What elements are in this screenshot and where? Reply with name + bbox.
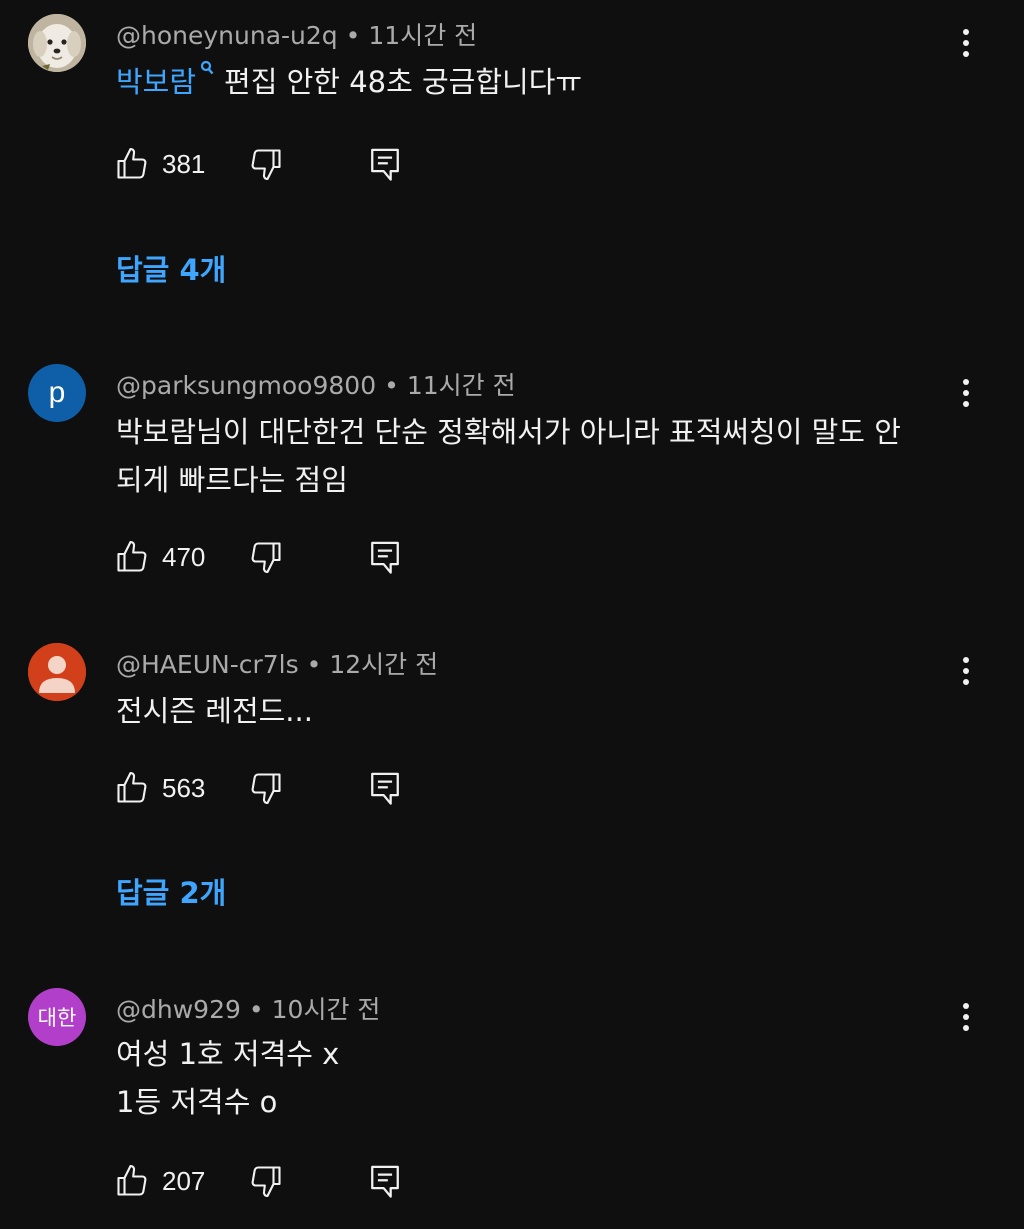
comment-text: 박보람 편집 안한 48초 궁금합니다ㅠ bbox=[116, 58, 976, 106]
separator-dot: • bbox=[384, 371, 399, 400]
author-handle[interactable]: @parksungmoo9800 bbox=[116, 371, 376, 400]
dislike-button[interactable] bbox=[248, 1159, 284, 1203]
reply-button[interactable] bbox=[368, 1159, 402, 1203]
avatar-initials: 대한 bbox=[37, 1006, 77, 1030]
thumbs-down-icon bbox=[251, 773, 281, 805]
comment-reply-icon bbox=[371, 541, 399, 574]
view-replies-button[interactable]: 답글 4개 bbox=[116, 247, 226, 289]
comment-meta: @HAEUN-cr7ls • 12시간 전 bbox=[116, 645, 438, 681]
more-options-button[interactable] bbox=[950, 373, 982, 413]
thumbs-up-icon bbox=[117, 147, 147, 179]
like-count: 563 bbox=[162, 772, 206, 803]
comment-meta: @dhw929 • 10시간 전 bbox=[116, 990, 380, 1026]
comment-reply-icon bbox=[371, 148, 399, 181]
thumbs-down-icon bbox=[251, 542, 281, 574]
separator-dot: • bbox=[306, 650, 322, 679]
dislike-button[interactable] bbox=[248, 535, 284, 579]
like-button[interactable]: 470 bbox=[114, 535, 205, 579]
like-count: 381 bbox=[162, 148, 206, 179]
thumbs-up-icon bbox=[117, 540, 147, 572]
author-handle[interactable]: @honeynuna-u2q bbox=[116, 21, 338, 50]
reply-button[interactable] bbox=[368, 142, 402, 186]
like-button[interactable]: 381 bbox=[114, 142, 205, 186]
comment-text: 박보람님이 대단한건 단순 정확해서가 아니라 표적써칭이 말도 안 되게 빠르… bbox=[116, 408, 976, 504]
avatar-initial: p bbox=[48, 376, 66, 409]
search-icon bbox=[200, 60, 214, 76]
thumbs-up-icon bbox=[117, 1164, 147, 1196]
view-replies-button[interactable]: 답글 2개 bbox=[116, 870, 226, 912]
comment-body-line-2: 되게 빠르다는 점임 bbox=[116, 463, 348, 497]
comment-meta: @parksungmoo9800 • 11시간 전 bbox=[116, 366, 516, 402]
timestamp: 10시간 전 bbox=[271, 995, 381, 1024]
timestamp: 12시간 전 bbox=[329, 650, 439, 679]
avatar-dog-photo[interactable] bbox=[28, 14, 86, 72]
mention-link[interactable]: 박보람 bbox=[116, 65, 196, 99]
like-count: 470 bbox=[162, 541, 206, 572]
timestamp: 11시간 전 bbox=[368, 21, 478, 50]
more-options-button[interactable] bbox=[950, 23, 982, 63]
more-options-button[interactable] bbox=[950, 651, 982, 691]
comment-reply-icon bbox=[371, 772, 399, 805]
comment-reply-icon bbox=[371, 1165, 399, 1198]
like-button[interactable]: 563 bbox=[114, 766, 205, 810]
avatar[interactable] bbox=[28, 643, 86, 701]
reply-button[interactable] bbox=[368, 766, 402, 810]
kebab-menu-icon bbox=[963, 1003, 969, 1031]
avatar[interactable]: p bbox=[28, 364, 86, 422]
avatar[interactable]: 대한 bbox=[28, 988, 86, 1046]
comment-body-line-1: 박보람님이 대단한건 단순 정확해서가 아니라 표적써칭이 말도 안 bbox=[116, 415, 901, 449]
dislike-button[interactable] bbox=[248, 142, 284, 186]
dog-avatar-icon bbox=[28, 14, 86, 72]
comment-body-line-1: 여성 1호 저격수 x bbox=[116, 1037, 340, 1071]
thumbs-down-icon bbox=[251, 1166, 281, 1198]
separator-dot: • bbox=[345, 21, 361, 50]
author-handle[interactable]: @HAEUN-cr7ls bbox=[116, 650, 299, 679]
comment-text: 전시즌 레전드... bbox=[116, 687, 976, 735]
comment-text: 여성 1호 저격수 x 1등 저격수 o bbox=[116, 1030, 976, 1126]
comment-body-line-2: 1등 저격수 o bbox=[116, 1085, 278, 1119]
kebab-menu-icon bbox=[963, 29, 969, 57]
like-count: 207 bbox=[162, 1165, 206, 1196]
like-button[interactable]: 207 bbox=[114, 1159, 205, 1203]
dislike-button[interactable] bbox=[248, 766, 284, 810]
thumbs-down-icon bbox=[251, 149, 281, 181]
timestamp: 11시간 전 bbox=[406, 371, 516, 400]
kebab-menu-icon bbox=[963, 379, 969, 407]
kebab-menu-icon bbox=[963, 657, 969, 685]
comment-meta: @honeynuna-u2q • 11시간 전 bbox=[116, 16, 477, 52]
separator-dot: • bbox=[248, 995, 264, 1024]
comment-body: 전시즌 레전드... bbox=[116, 694, 313, 728]
author-handle[interactable]: @dhw929 bbox=[116, 995, 241, 1024]
thumbs-up-icon bbox=[117, 771, 147, 803]
default-user-icon bbox=[28, 643, 86, 701]
comment-body: 편집 안한 48초 궁금합니다ㅠ bbox=[224, 65, 583, 99]
reply-button[interactable] bbox=[368, 535, 402, 579]
